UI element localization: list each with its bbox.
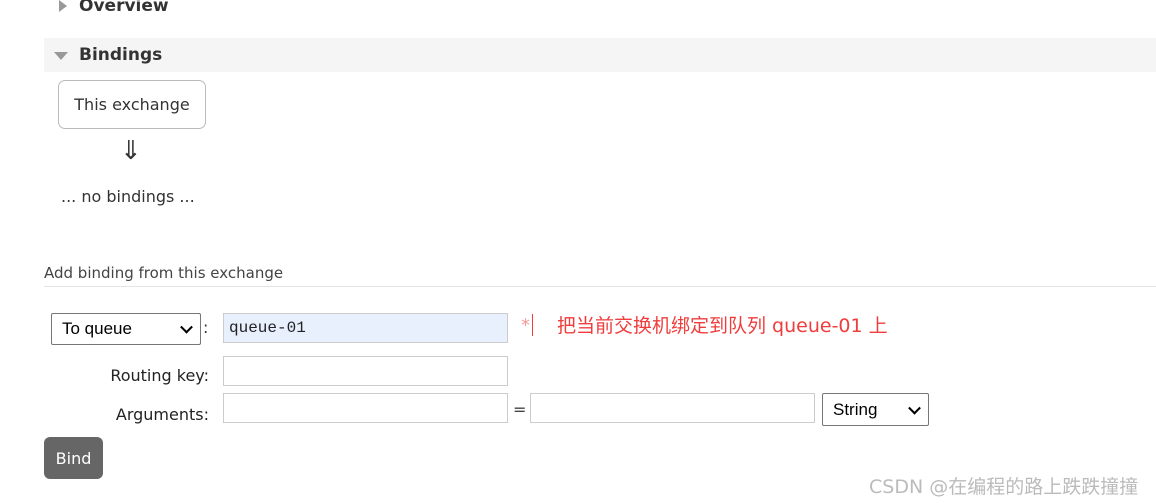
- chevron-down-icon: [180, 320, 193, 334]
- required-marker: *: [521, 315, 530, 336]
- divider: [44, 286, 1156, 287]
- chevron-down-icon: [908, 401, 921, 415]
- section-bindings[interactable]: Bindings: [79, 45, 162, 65]
- routing-key-label: Routing key:: [110, 366, 209, 385]
- section-overview[interactable]: Overview: [79, 0, 169, 16]
- down-arrow-icon: ⇓: [120, 136, 142, 166]
- collapse-triangle-icon[interactable]: [54, 52, 68, 60]
- routing-key-input[interactable]: [223, 356, 508, 386]
- bind-button[interactable]: Bind: [44, 437, 103, 479]
- section-bindings-header[interactable]: [44, 38, 1156, 72]
- no-bindings-text: ... no bindings ...: [61, 187, 195, 206]
- watermark: CSDN @在编程的路上跌跌撞撞: [869, 476, 1139, 498]
- argument-type-select[interactable]: String: [822, 393, 929, 426]
- annotation-line: [532, 314, 533, 336]
- this-exchange-box: This exchange: [58, 80, 206, 129]
- destination-name-input[interactable]: [223, 313, 508, 343]
- destination-type-select[interactable]: To queue: [51, 313, 201, 345]
- argument-type-value: String: [833, 399, 878, 419]
- expand-triangle-icon[interactable]: [59, 0, 67, 12]
- argument-key-input[interactable]: [223, 393, 508, 423]
- add-binding-heading: Add binding from this exchange: [44, 264, 284, 282]
- colon: :: [203, 318, 209, 337]
- argument-value-input[interactable]: [530, 393, 815, 423]
- arguments-label: Arguments:: [115, 405, 209, 424]
- equals-sign: =: [513, 400, 527, 419]
- annotation-text: 把当前交换机绑定到队列 queue-01 上: [557, 315, 888, 337]
- destination-type-value: To queue: [62, 319, 132, 338]
